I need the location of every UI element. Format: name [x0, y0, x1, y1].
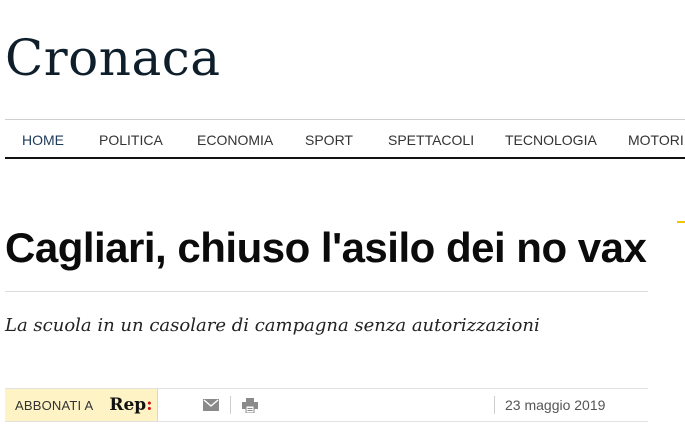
article-toolbar: ABBONATI A Rep: 23 maggio 2019 — [5, 388, 648, 422]
subscribe-label: ABBONATI A — [15, 397, 94, 413]
nav-item-motori[interactable]: MOTORI — [628, 120, 684, 157]
main-nav: HOME POLITICA ECONOMIA SPORT SPETTACOLI … — [5, 119, 685, 159]
headline-divider — [5, 291, 648, 292]
rep-logo: Rep: — [109, 395, 152, 415]
toolbar-divider — [230, 396, 231, 414]
nav-item-tecnologia[interactable]: TECNOLOGIA — [505, 120, 597, 157]
article-subtitle: La scuola in un casolare di campagna sen… — [5, 315, 540, 336]
nav-item-sport[interactable]: SPORT — [305, 120, 353, 157]
nav-item-home[interactable]: HOME — [22, 120, 64, 157]
nav-item-spettacoli[interactable]: SPETTACOLI — [388, 120, 474, 157]
mail-icon[interactable] — [201, 396, 221, 414]
article-date: 23 maggio 2019 — [505, 397, 606, 413]
rep-logo-text: Rep — [109, 395, 147, 415]
print-icon[interactable] — [240, 396, 260, 414]
section-title[interactable]: Cronaca — [5, 28, 221, 88]
nav-item-economia[interactable]: ECONOMIA — [197, 120, 273, 157]
date-divider — [494, 396, 495, 414]
nav-item-politica[interactable]: POLITICA — [99, 120, 163, 157]
subscribe-button[interactable]: ABBONATI A Rep: — [5, 389, 158, 421]
article-headline: Cagliari, chiuso l'asilo dei no vax — [5, 224, 647, 271]
rep-logo-colon: : — [146, 395, 153, 415]
